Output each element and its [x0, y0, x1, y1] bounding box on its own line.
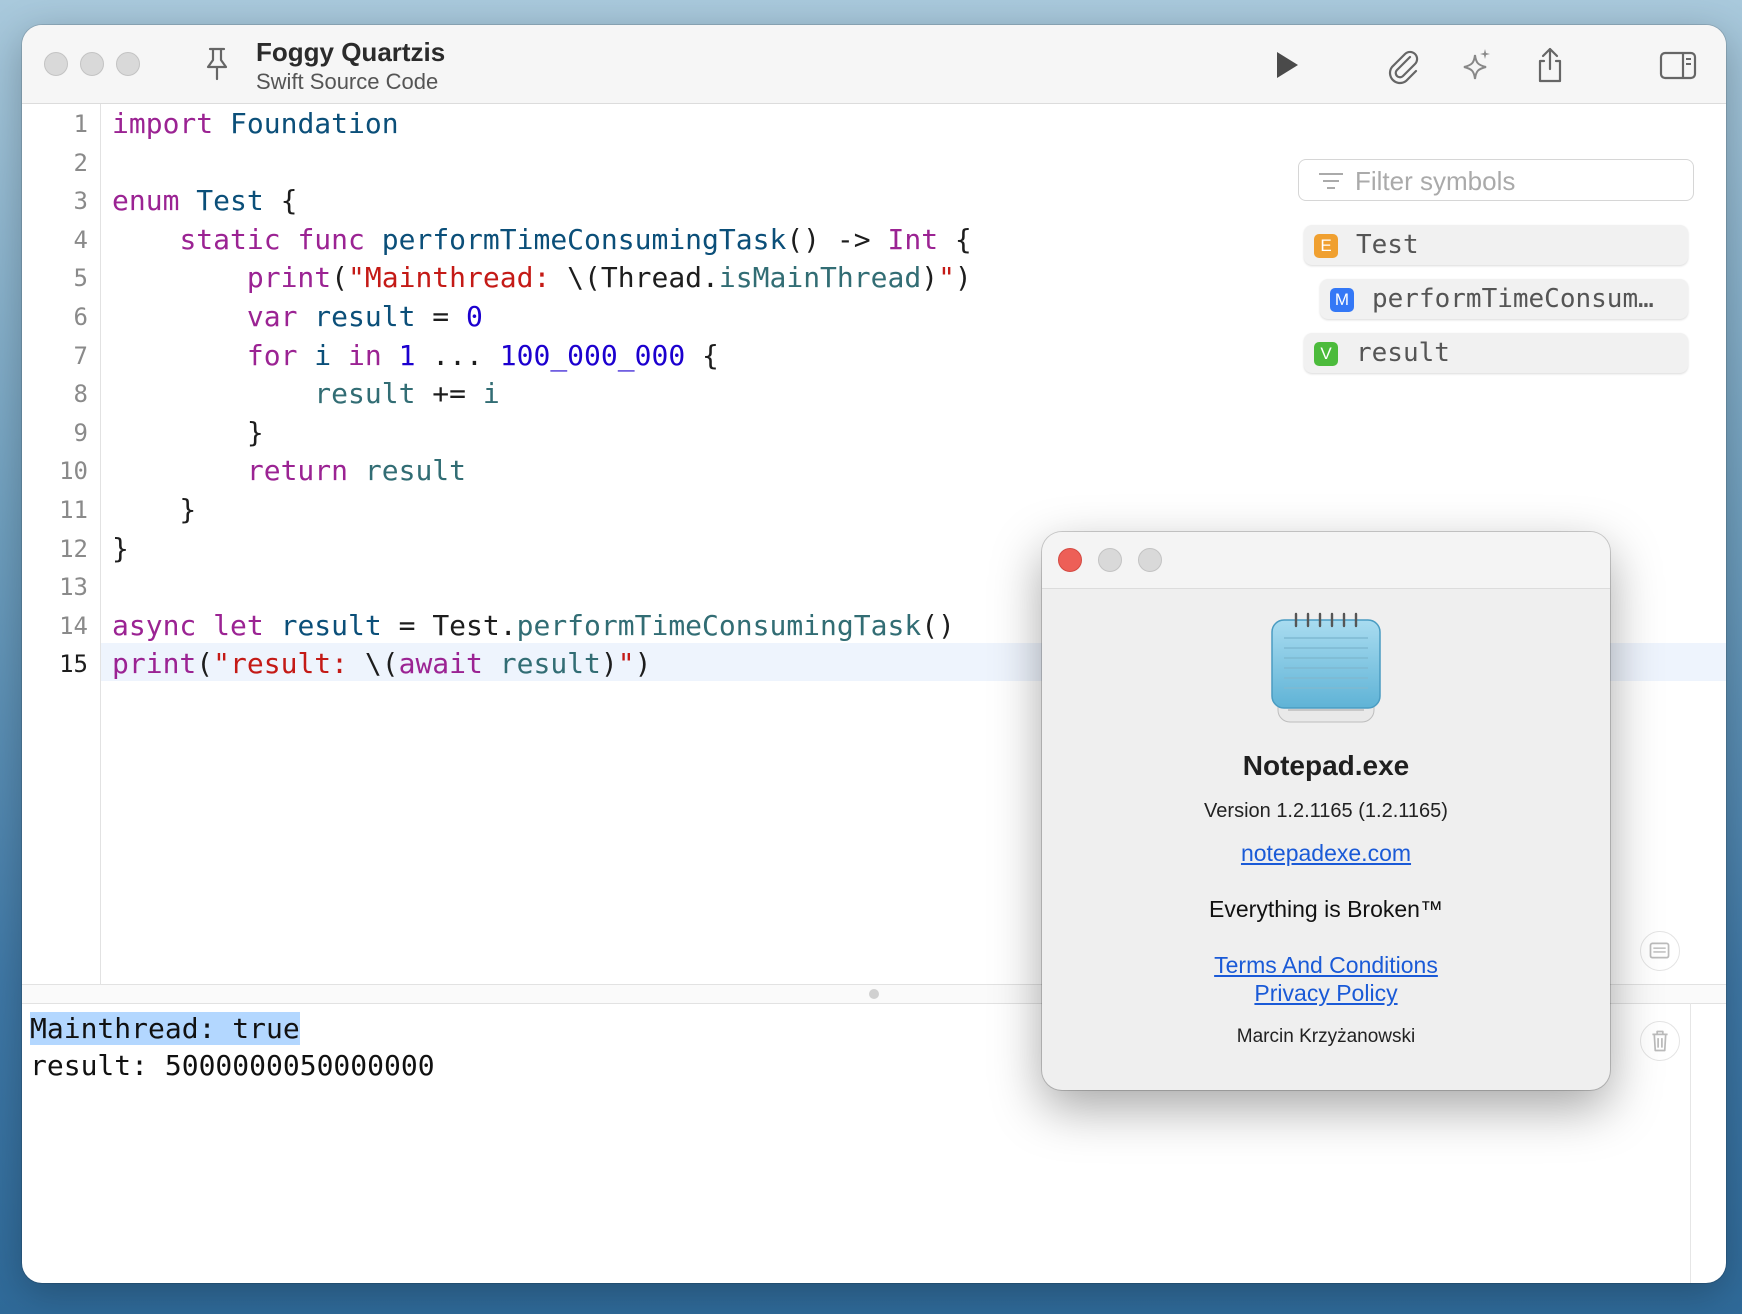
- author-name: Marcin Krzyżanowski: [1236, 1026, 1416, 1047]
- trash-icon: [1652, 1030, 1668, 1052]
- variable-badge-icon: V: [1314, 342, 1338, 366]
- code-line: print("result: \(await result)"): [112, 647, 652, 681]
- share-icon: [1538, 47, 1562, 83]
- console-scrollbar[interactable]: [1690, 1003, 1691, 1283]
- paperclip-icon: [1388, 50, 1419, 85]
- close-button[interactable]: [44, 52, 68, 76]
- code-line: static func performTimeConsumingTask() -…: [179, 222, 972, 256]
- code-line: async let result = Test.performTimeConsu…: [112, 608, 955, 642]
- line-number: 13: [59, 573, 88, 602]
- code-line: for i in 1 ... 100_000_000 {: [246, 338, 719, 372]
- line-number: 1: [73, 110, 88, 138]
- line-number: 3: [73, 187, 88, 216]
- sparkle-icon: [1463, 49, 1490, 80]
- note-icon: [1649, 942, 1670, 959]
- code-line: result += i: [314, 377, 500, 411]
- app-name: Notepad.exe: [1242, 750, 1410, 781]
- sidebar-toggle-button[interactable]: [1658, 45, 1698, 85]
- app-version: Version 1.2.1165 (1.2.1165): [1204, 800, 1448, 822]
- about-close-button[interactable]: [1058, 548, 1082, 572]
- line-number: 9: [73, 418, 88, 447]
- code-line: return result: [246, 454, 467, 488]
- line-number: 4: [73, 225, 88, 254]
- line-number-gutter: 1 2 3 4 5 6 7 8 9 10 11 12 13 14 15: [22, 104, 101, 984]
- code-line: }: [112, 493, 197, 526]
- console-output[interactable]: Mainthread: true result: 500000005000000…: [30, 1010, 435, 1084]
- code-line: print("Mainthread: \(Thread.isMainThread…: [246, 261, 972, 295]
- console-line: result: 5000000050000000: [30, 1049, 435, 1082]
- pin-icon[interactable]: [197, 43, 237, 83]
- document-title: Foggy Quartzis: [256, 37, 446, 67]
- symbol-label: Test: [1356, 230, 1419, 260]
- about-zoom-button[interactable]: [1138, 548, 1162, 572]
- symbol-label: result: [1356, 338, 1450, 368]
- line-number: 5: [73, 264, 88, 293]
- line-number: 14: [59, 611, 88, 640]
- line-number: 12: [59, 534, 88, 563]
- sidebar-icon: [1659, 51, 1697, 80]
- app-tagline: Everything is Broken™: [1209, 896, 1443, 922]
- website-link[interactable]: notepadexe.com: [1042, 840, 1610, 867]
- line-number: 2: [73, 148, 88, 177]
- code-line: }: [112, 415, 264, 449]
- symbol-label: performTimeConsum…: [1372, 284, 1654, 314]
- ai-button[interactable]: [1456, 45, 1496, 85]
- filter-symbols-field[interactable]: Filter symbols: [1298, 159, 1694, 201]
- title-bar: Foggy Quartzis Swift Source Code: [22, 25, 1726, 104]
- code-line: var result = 0: [246, 300, 483, 333]
- code-line: enum Test {: [112, 184, 298, 218]
- code-line: import Foundation: [112, 107, 399, 140]
- terms-link[interactable]: Terms And Conditions: [1042, 952, 1610, 979]
- symbol-item-result[interactable]: V result: [1304, 333, 1688, 373]
- line-number: 11: [59, 496, 88, 524]
- about-minimize-button[interactable]: [1098, 548, 1122, 572]
- about-title-bar: [1042, 532, 1610, 589]
- line-number: 8: [73, 380, 88, 409]
- notepad-app-icon: [1271, 612, 1381, 723]
- clear-console-button[interactable]: [1640, 1021, 1680, 1061]
- line-number: 15: [59, 650, 88, 679]
- line-number: 10: [59, 457, 88, 486]
- filter-icon: [1319, 173, 1343, 189]
- console-line: Mainthread: true: [30, 1012, 300, 1045]
- divider-handle[interactable]: [869, 989, 879, 999]
- line-number: 6: [73, 303, 88, 331]
- share-button[interactable]: [1530, 45, 1570, 85]
- minimize-button[interactable]: [80, 52, 104, 76]
- attach-button[interactable]: [1382, 45, 1422, 85]
- zoom-button[interactable]: [116, 52, 140, 76]
- document-subtitle: Swift Source Code: [256, 69, 439, 94]
- filter-symbols-placeholder: Filter symbols: [1355, 166, 1516, 196]
- code-line: }: [112, 531, 129, 565]
- play-icon: [1277, 52, 1298, 78]
- privacy-link[interactable]: Privacy Policy: [1042, 980, 1610, 1007]
- notes-button[interactable]: [1640, 931, 1680, 971]
- about-dialog: Notepad.exe Version 1.2.1165 (1.2.1165) …: [1042, 532, 1610, 1090]
- method-badge-icon: M: [1330, 288, 1354, 312]
- symbol-item-method[interactable]: M performTimeConsum…: [1320, 279, 1688, 319]
- run-button[interactable]: [1266, 45, 1306, 85]
- line-number: 7: [73, 341, 88, 370]
- enum-badge-icon: E: [1314, 234, 1338, 258]
- symbol-item-test[interactable]: E Test: [1304, 225, 1688, 265]
